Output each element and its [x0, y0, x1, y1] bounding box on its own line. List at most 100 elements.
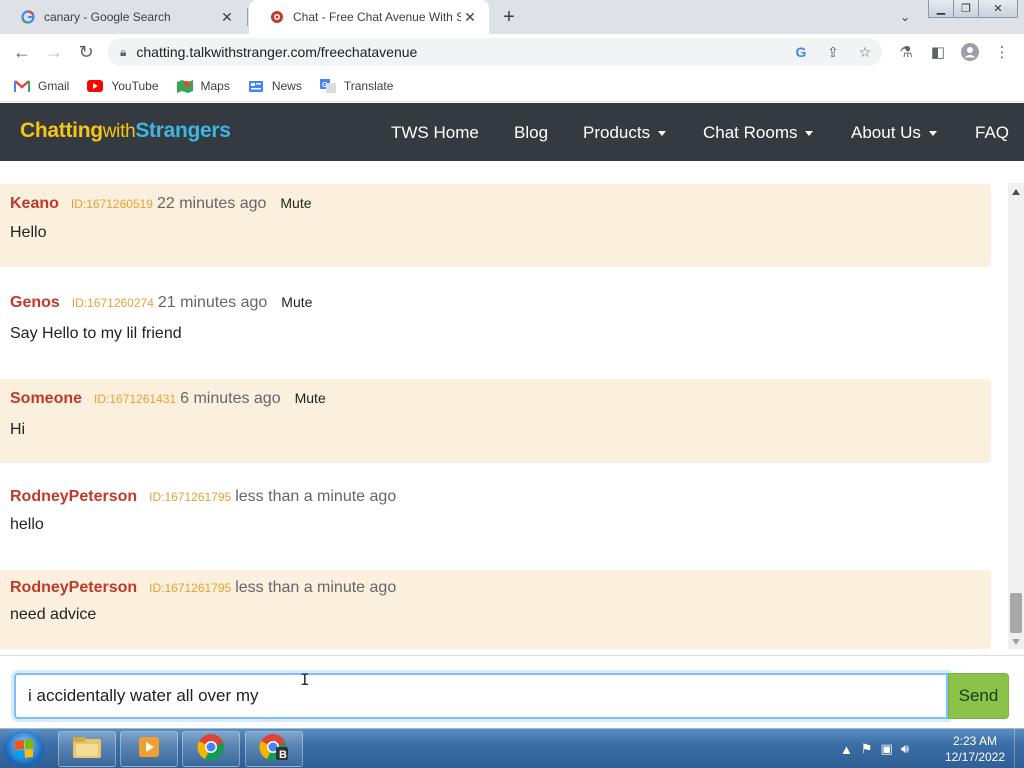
- chat-message: RodneyPeterson ID:1671261795 less than a…: [0, 570, 991, 649]
- media-player-icon: [136, 735, 162, 764]
- bookmark-maps[interactable]: Maps: [176, 78, 230, 93]
- show-hidden-icons-icon[interactable]: ▲: [840, 742, 853, 757]
- message-time: 21 minutes ago: [157, 294, 268, 311]
- nav-about-us-dropdown[interactable]: About Us: [851, 123, 937, 143]
- send-button[interactable]: Send: [948, 673, 1009, 719]
- bookmark-gmail[interactable]: Gmail: [14, 79, 69, 93]
- clock-date: 12/17/2022: [944, 750, 1006, 764]
- minimize-button[interactable]: ▁: [928, 0, 954, 18]
- action-center-icon[interactable]: ⚑: [861, 741, 873, 757]
- nav-products-dropdown[interactable]: Products: [583, 123, 667, 143]
- caret-down-icon: [658, 130, 667, 136]
- message-header: RodneyPeterson ID:1671261795 less than a…: [10, 488, 410, 506]
- message-username[interactable]: Someone: [10, 390, 82, 408]
- nav-label: About Us: [851, 123, 921, 142]
- chat-scrollbar[interactable]: [1008, 183, 1024, 649]
- volume-icon[interactable]: 🔊︎: [901, 741, 909, 757]
- message-user-id: ID:1671261795: [149, 581, 232, 595]
- tab-close-icon[interactable]: ✕: [461, 8, 479, 26]
- nav-faq[interactable]: FAQ: [975, 123, 1009, 143]
- bookmark-label: Maps: [200, 78, 230, 93]
- bookmark-translate[interactable]: G Translate: [319, 78, 394, 93]
- mute-button[interactable]: Mute: [295, 390, 326, 406]
- new-tab-button[interactable]: +: [498, 6, 520, 28]
- translate-icon: G: [319, 78, 336, 93]
- taskbar-chrome[interactable]: [182, 731, 240, 767]
- message-time: less than a minute ago: [235, 488, 397, 505]
- message-header: Genos ID:1671260274 21 minutes ago Mute: [10, 294, 312, 312]
- show-desktop-button[interactable]: [1014, 729, 1024, 768]
- message-text: need advice: [10, 606, 97, 623]
- tab-title: canary - Google Search: [44, 10, 171, 24]
- message-user-id: ID:1671260519: [70, 197, 153, 211]
- message-text: Hello: [10, 224, 47, 241]
- message-username[interactable]: Genos: [10, 294, 60, 312]
- message-username[interactable]: RodneyPeterson: [10, 579, 137, 597]
- message-user-id: ID:1671261431: [94, 392, 177, 406]
- message-text: Say Hello to my lil friend: [10, 325, 182, 342]
- bookmark-label: Translate: [343, 78, 394, 93]
- mute-button[interactable]: Mute: [280, 195, 311, 211]
- close-window-button[interactable]: ✕: [978, 0, 1018, 18]
- nav-blog[interactable]: Blog: [514, 123, 548, 143]
- tab-title: Chat - Free Chat Avenue With Str: [293, 10, 461, 24]
- chrome-profile-icon: B: [259, 733, 289, 766]
- message-username[interactable]: RodneyPeterson: [10, 488, 137, 506]
- url-text: chatting.talkwithstranger.com/freechatav…: [136, 44, 418, 60]
- logo-part-strangers: Strangers: [135, 119, 231, 142]
- nav-chat-rooms-dropdown[interactable]: Chat Rooms: [703, 123, 814, 143]
- taskbar-file-explorer[interactable]: [58, 731, 116, 767]
- svg-text:G: G: [322, 82, 328, 89]
- taskbar-chrome-profile-b[interactable]: B: [245, 731, 303, 767]
- scrollbar-thumb[interactable]: [1010, 593, 1022, 633]
- menu-kebab-icon[interactable]: ⋮: [990, 40, 1014, 64]
- google-lens-icon[interactable]: G: [791, 42, 811, 62]
- maps-icon: [176, 79, 193, 93]
- bookmark-star-icon[interactable]: ☆: [855, 42, 875, 62]
- taskbar-media-player[interactable]: [120, 731, 178, 767]
- tws-logo-icon: [269, 9, 285, 25]
- nav-label: FAQ: [975, 123, 1010, 142]
- tab-google-search[interactable]: canary - Google Search ✕: [0, 0, 246, 34]
- message-time: less than a minute ago: [235, 579, 397, 596]
- extensions-flask-icon[interactable]: ⚗: [894, 40, 918, 64]
- taskbar-clock[interactable]: 2:23 AM 12/17/2022: [940, 733, 1010, 765]
- message-username[interactable]: Keano: [10, 195, 59, 213]
- nav-label: Products: [583, 123, 651, 142]
- bookmark-label: News: [271, 78, 302, 93]
- profile-avatar-icon[interactable]: [958, 40, 982, 64]
- bookmark-youtube[interactable]: YouTube: [87, 79, 159, 93]
- windows-logo-icon: [15, 739, 33, 759]
- chat-message: Genos ID:1671260274 21 minutes ago Mute …: [0, 282, 991, 376]
- caret-down-icon: [928, 130, 937, 136]
- share-icon[interactable]: ⇪: [823, 42, 843, 62]
- message-text: Hi: [10, 421, 26, 438]
- message-header: Someone ID:1671261431 6 minutes ago Mute: [10, 390, 326, 408]
- scroll-down-arrow-icon[interactable]: [1012, 639, 1020, 645]
- chat-messages-panel: Keano ID:1671260519 22 minutes ago Mute …: [0, 161, 1008, 651]
- message-user-id: ID:1671260274: [71, 296, 154, 310]
- tab-search-chevron-icon[interactable]: ⌄: [896, 8, 914, 26]
- site-navbar: ChattingwithStrangers TWS Home Blog Prod…: [0, 103, 1024, 161]
- forward-arrow-icon[interactable]: →: [42, 40, 66, 64]
- logo-part-with: with: [102, 121, 136, 142]
- message-input[interactable]: [14, 673, 948, 719]
- address-bar[interactable]: 🔒︎ chatting.talkwithstranger.com/freecha…: [108, 38, 882, 66]
- back-arrow-icon[interactable]: ←: [10, 40, 34, 64]
- bookmarks-bar: Gmail YouTube Maps News G Translate: [0, 70, 1024, 102]
- reload-icon[interactable]: ↻: [74, 40, 98, 64]
- windows-start-button[interactable]: [4, 731, 44, 767]
- side-panel-icon[interactable]: ◧: [926, 40, 950, 64]
- browser-tab-strip: canary - Google Search ✕ Chat - Free Cha…: [0, 0, 1024, 34]
- mute-button[interactable]: Mute: [281, 294, 312, 310]
- tab-chat-active[interactable]: Chat - Free Chat Avenue With Str ✕: [249, 0, 489, 34]
- scroll-up-arrow-icon[interactable]: [1012, 189, 1020, 195]
- bookmark-news[interactable]: News: [248, 79, 302, 93]
- nav-tws-home[interactable]: TWS Home: [391, 123, 479, 143]
- network-icon[interactable]: ▣: [881, 741, 893, 757]
- tab-close-icon[interactable]: ✕: [218, 8, 236, 26]
- message-time: 6 minutes ago: [180, 390, 281, 407]
- restore-button[interactable]: ❐: [953, 0, 979, 18]
- site-logo[interactable]: ChattingwithStrangers: [20, 119, 231, 143]
- message-header: Keano ID:1671260519 22 minutes ago Mute: [10, 195, 312, 213]
